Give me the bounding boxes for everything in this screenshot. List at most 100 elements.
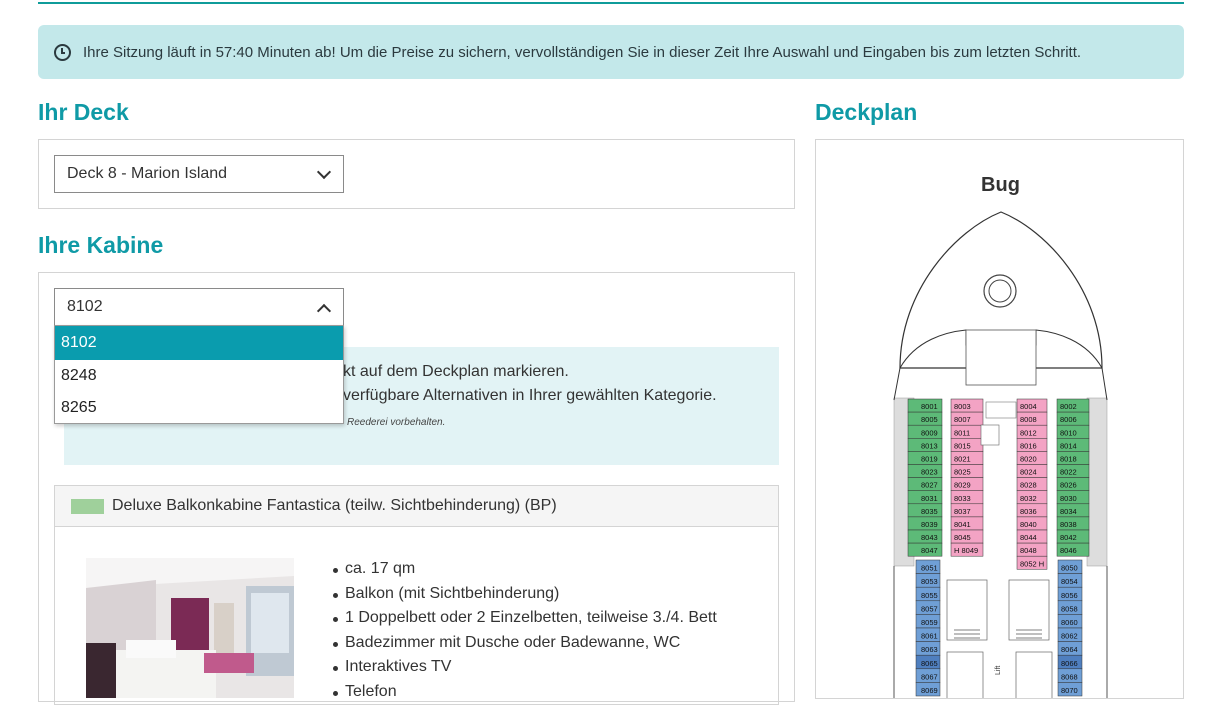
deck-cabin-label: 8015 bbox=[954, 441, 971, 450]
deck-cabin-label: 8021 bbox=[954, 455, 971, 464]
deck-cabin-label: 8013 bbox=[921, 441, 938, 450]
deck-cabin-label: 8044 bbox=[1020, 533, 1037, 542]
deck-cabin-label: 8063 bbox=[921, 645, 938, 654]
deck-cabin-label: 8016 bbox=[1020, 441, 1037, 450]
deck-cabin-label: 8036 bbox=[1020, 507, 1037, 516]
deck-cabin-label: 8059 bbox=[921, 618, 938, 627]
deck-cabin-label: 8027 bbox=[921, 481, 938, 490]
deck-cabin-label: 8001 bbox=[921, 402, 938, 411]
deck-cabin-label: 8029 bbox=[954, 481, 971, 490]
deck-select-value: Deck 8 - Marion Island bbox=[67, 165, 227, 183]
deck-cabin-label: 8057 bbox=[921, 604, 938, 613]
deck-cabin-label: 8070 bbox=[1061, 686, 1078, 695]
cabin-option-8102[interactable]: 8102 bbox=[55, 326, 343, 360]
deck-cabin-label: 8058 bbox=[1061, 604, 1078, 613]
feature-item: 1 Doppelbett oder 2 Einzelbetten, teilwe… bbox=[331, 609, 717, 634]
deck-cabin-label: 8047 bbox=[921, 546, 938, 555]
deck-cabin-label: 8062 bbox=[1061, 632, 1078, 641]
cabin-category-name: Deluxe Balkonkabine Fantastica (teilw. S… bbox=[112, 497, 557, 515]
deck-cabin-label: 8014 bbox=[1060, 441, 1077, 450]
deck-cabin-label: 8055 bbox=[921, 591, 938, 600]
top-divider bbox=[38, 2, 1184, 4]
deck-cabin-label: 8022 bbox=[1060, 468, 1077, 477]
deck-cabin-label: 8048 bbox=[1020, 546, 1037, 555]
cabin-select-value: 8102 bbox=[67, 298, 103, 316]
feature-item: Telefon bbox=[331, 683, 717, 707]
deck-cabin-label: 8061 bbox=[921, 632, 938, 641]
deck-cabin-label: 8020 bbox=[1020, 455, 1037, 464]
deck-cabin-label: 8024 bbox=[1020, 468, 1037, 477]
cabin-option-8248[interactable]: 8248 bbox=[55, 360, 343, 392]
category-color-swatch bbox=[71, 499, 104, 514]
deck-cabin-label: 8026 bbox=[1060, 481, 1077, 490]
deck-cabin-label: 8007 bbox=[954, 415, 971, 424]
cabin-option-8265[interactable]: 8265 bbox=[55, 392, 343, 424]
cabin-category-card: Deluxe Balkonkabine Fantastica (teilw. S… bbox=[54, 485, 779, 705]
deck-cabin-label: 8003 bbox=[954, 402, 971, 411]
deck-cabin-label: 8040 bbox=[1020, 520, 1037, 529]
deck-cabin-label: 8067 bbox=[921, 672, 938, 681]
cabin-dropdown-list: 8102 8248 8265 bbox=[54, 325, 344, 424]
deck-cabin-label: 8042 bbox=[1060, 533, 1077, 542]
cabin-select[interactable]: 8102 bbox=[54, 288, 344, 326]
deckplan-panel: Bug 800180058009801380198023802780318035… bbox=[815, 139, 1184, 699]
cabin-category-header: Deluxe Balkonkabine Fantastica (teilw. S… bbox=[55, 486, 778, 527]
deck-cabin-label: 8011 bbox=[954, 428, 970, 437]
deck-cabin-label: 8045 bbox=[954, 533, 971, 542]
deck-cabin-label: 8009 bbox=[921, 428, 938, 437]
deck-cabin-label: 8008 bbox=[1020, 415, 1037, 424]
info-note: Reederei vorbehalten. bbox=[347, 417, 445, 428]
cabin-photo bbox=[86, 558, 294, 698]
deckplan-heading: Deckplan bbox=[815, 99, 917, 126]
feature-item: Badezimmer mit Dusche oder Badewanne, WC bbox=[331, 634, 717, 659]
deck-cabin-label: 8069 bbox=[921, 686, 938, 695]
deck-cabin-label: 8018 bbox=[1060, 455, 1077, 464]
deck-cabin-label: 8033 bbox=[954, 494, 971, 503]
deck-cabin-label: 8032 bbox=[1020, 494, 1037, 503]
deck-cabin-label: 8046 bbox=[1060, 546, 1077, 555]
deck-heading: Ihr Deck bbox=[38, 99, 129, 126]
deck-cabin-label: 8064 bbox=[1061, 645, 1078, 654]
clock-icon bbox=[54, 44, 71, 61]
feature-item: Interaktives TV bbox=[331, 658, 717, 683]
deck-cabin-label: 8043 bbox=[921, 533, 938, 542]
deck-cabin-label: 8010 bbox=[1060, 428, 1077, 437]
deck-cabin-label: 8052 H bbox=[1020, 559, 1044, 568]
info-line-2: verfügbare Alternativen in Ihrer gewählt… bbox=[343, 387, 717, 405]
session-timer-text: Ihre Sitzung läuft in 57:40 Minuten ab! … bbox=[83, 44, 1081, 61]
deck-cabin-label: 8012 bbox=[1020, 428, 1037, 437]
deck-cabin-label: 8004 bbox=[1020, 402, 1037, 411]
info-line-1: kt auf dem Deckplan markieren. bbox=[343, 363, 569, 381]
deck-cabin-label: 8037 bbox=[954, 507, 971, 516]
chevron-up-icon bbox=[317, 304, 331, 318]
deck-cabin-label: 8068 bbox=[1061, 672, 1078, 681]
deck-cabin-label: 8039 bbox=[921, 520, 938, 529]
deck-select[interactable]: Deck 8 - Marion Island bbox=[54, 155, 344, 193]
session-timer-banner: Ihre Sitzung läuft in 57:40 Minuten ab! … bbox=[38, 25, 1184, 79]
deck-cabin-label: 8025 bbox=[954, 468, 971, 477]
deck-cabin-label: 8041 bbox=[954, 520, 971, 529]
cabin-heading: Ihre Kabine bbox=[38, 232, 163, 259]
deck-cabin-label: 8035 bbox=[921, 507, 938, 516]
deck-cabin-label: H 8049 bbox=[954, 546, 978, 555]
deck-cabin-label: 8060 bbox=[1061, 618, 1078, 627]
deck-cabin-label: 8005 bbox=[921, 415, 938, 424]
deck-cabin-label: 8053 bbox=[921, 577, 938, 586]
deck-cabin-label: 8054 bbox=[1061, 577, 1078, 586]
deck-cabin-label: 8002 bbox=[1060, 402, 1077, 411]
deck-cabin-label: 8030 bbox=[1060, 494, 1077, 503]
deck-cabin-label: 8028 bbox=[1020, 481, 1037, 490]
feature-item: Balkon (mit Sichtbehinderung) bbox=[331, 585, 717, 610]
chevron-down-icon bbox=[317, 165, 331, 179]
deck-cabin-label: 8050 bbox=[1061, 564, 1078, 573]
deck-cabin-label: 8066 bbox=[1061, 659, 1078, 668]
lift-label: Lift bbox=[995, 666, 1002, 675]
cabin-features-list: ca. 17 qm Balkon (mit Sichtbehinderung) … bbox=[331, 560, 717, 707]
deck-cabin-label: 8034 bbox=[1060, 507, 1077, 516]
deck-cabin-label: 8051 bbox=[921, 564, 938, 573]
deck-cabin-label: 8065 bbox=[921, 659, 938, 668]
deck-cabin-label: 8038 bbox=[1060, 520, 1077, 529]
deck-cabin-label: 8019 bbox=[921, 455, 938, 464]
deck-cabin-label: 8031 bbox=[921, 494, 938, 503]
deckplan-map: 8001800580098013801980238027803180358039… bbox=[816, 140, 1184, 699]
